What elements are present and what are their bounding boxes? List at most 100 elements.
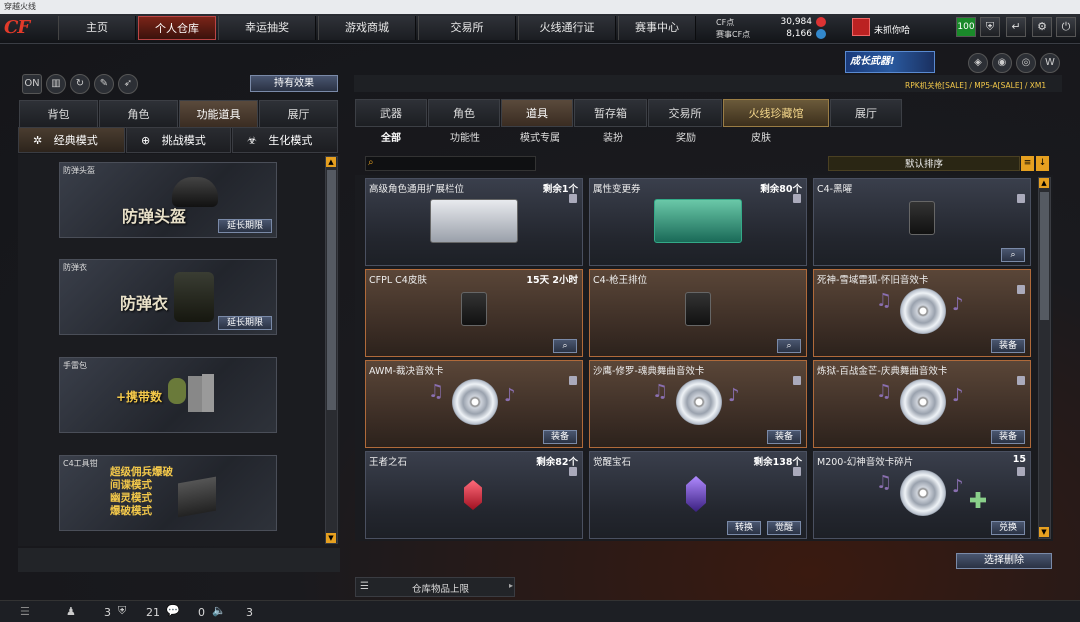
exit-icon[interactable]: ↵	[1006, 17, 1026, 37]
item-card[interactable]: 属性变更券 剩余80个	[589, 178, 807, 266]
chat-icon[interactable]: 💬	[166, 604, 180, 617]
left-card-grenade[interactable]: 手雷包 +携带数	[59, 357, 277, 433]
action-button[interactable]: 兑换	[991, 521, 1025, 535]
left-tab-0[interactable]: 背包	[19, 100, 98, 128]
scroll-down-icon[interactable]: ▼	[326, 533, 336, 543]
effects-button[interactable]: 持有效果	[250, 75, 338, 92]
game-logo[interactable]: CF	[4, 17, 54, 39]
item-card[interactable]: AWM-裁决音效卡 ♫ ♪ 装备	[365, 360, 583, 448]
sub-tab-1[interactable]: 功能性	[440, 131, 490, 147]
menu-icon[interactable]: ☰	[20, 605, 30, 618]
sub-tab-0[interactable]: 全部	[372, 131, 410, 147]
growth-weapon-banner[interactable]: 成长武器!	[845, 51, 935, 73]
emblem-icon[interactable]: W	[1040, 53, 1060, 73]
item-card[interactable]: 炼狱-百战金芒-庆典舞曲音效卡 ♫ ♪ 装备	[813, 360, 1031, 448]
cursor-icon[interactable]: ➶	[118, 74, 138, 94]
left-card-vest[interactable]: 防弹衣 防弹衣 延长期限	[59, 259, 277, 335]
scroll-up-icon[interactable]: ▲	[326, 157, 336, 167]
trash-icon[interactable]	[1017, 467, 1025, 476]
action-button[interactable]: 装备	[991, 339, 1025, 353]
item-card[interactable]: M200-幻神音效卡碎片 15 ♫ ♪ 兑换	[813, 451, 1031, 539]
sub-tab-4[interactable]: 奖励	[668, 131, 704, 147]
trash-icon[interactable]	[1017, 376, 1025, 385]
search-icon[interactable]: ⌕	[368, 157, 374, 168]
cf-add-icon[interactable]	[816, 17, 826, 27]
right-tab-1[interactable]: 角色	[428, 99, 500, 127]
left-scroll-thumb[interactable]	[327, 170, 336, 410]
trash-icon[interactable]	[569, 467, 577, 476]
nav-tab-0[interactable]: 主页	[58, 16, 136, 40]
mode-tab-1[interactable]: ⊕ 挑战模式	[126, 127, 231, 153]
left-card-c4-tool[interactable]: C4工具钳 超级佣兵爆破 间谍模式 幽灵模式 爆破模式	[59, 455, 277, 531]
left-card-helmet[interactable]: 防弹头盔 防弹头盔 延长期限	[59, 162, 277, 238]
item-card[interactable]: 沙鹰-修罗-魂典舞曲音效卡 ♫ ♪ 装备	[589, 360, 807, 448]
delete-selected-button[interactable]: 选择删除	[956, 553, 1052, 569]
action-button[interactable]: 转换	[727, 521, 761, 535]
action-button[interactable]: 觉醒	[767, 521, 801, 535]
action-button[interactable]: 装备	[543, 430, 577, 444]
refresh-icon[interactable]: ↻	[70, 74, 90, 94]
search-input[interactable]	[365, 156, 536, 171]
right-tab-2[interactable]: 道具	[501, 99, 573, 127]
extend-button[interactable]: 延长期限	[218, 316, 272, 330]
sub-tab-3[interactable]: 装扮	[596, 131, 630, 147]
magnify-button[interactable]: ⌕	[777, 339, 801, 353]
power-icon[interactable]: ⏻	[1056, 17, 1076, 37]
nav-tab-1[interactable]: 个人仓库	[138, 16, 216, 40]
magnify-button[interactable]: ⌕	[553, 339, 577, 353]
shield-icon[interactable]: ⛨	[980, 17, 1000, 37]
nav-tab-3[interactable]: 游戏商城	[318, 16, 416, 40]
scroll-down-icon[interactable]: ▼	[1039, 527, 1049, 537]
action-button[interactable]: 装备	[991, 430, 1025, 444]
scroll-up-icon[interactable]: ▲	[1039, 178, 1049, 188]
sub-tab-5[interactable]: 皮肤	[740, 131, 782, 147]
right-scroll-thumb[interactable]	[1040, 192, 1049, 320]
item-card[interactable]: 高级角色通用扩展栏位 剩余1个	[365, 178, 583, 266]
left-tab-1[interactable]: 角色	[99, 100, 178, 128]
item-card[interactable]: C4-枪王排位 ⌕	[589, 269, 807, 357]
list-icon[interactable]: ≡	[1021, 156, 1034, 171]
stats-icon[interactable]: ▥	[46, 74, 66, 94]
sub-tab-2[interactable]: 模式专属	[510, 131, 570, 147]
trash-icon[interactable]	[1017, 194, 1025, 203]
emblem-icon[interactable]: ◉	[992, 53, 1012, 73]
trash-icon[interactable]	[569, 194, 577, 203]
action-button[interactable]: 装备	[767, 430, 801, 444]
magnify-button[interactable]: ⌕	[1001, 248, 1025, 262]
sort-dropdown[interactable]: 默认排序	[828, 156, 1020, 171]
sale-marquee[interactable]: RPK机关枪[SALE] / MP5-A[SALE] / XM1	[905, 80, 1061, 91]
extend-button[interactable]: 延长期限	[218, 219, 272, 233]
right-tab-3[interactable]: 暂存箱	[574, 99, 647, 127]
item-card[interactable]: C4-黑曜 ⌕	[813, 178, 1031, 266]
item-card[interactable]: 觉醒宝石 剩余138个 转换 觉醒	[589, 451, 807, 539]
right-tab-0[interactable]: 武器	[355, 99, 427, 127]
trash-icon[interactable]	[569, 376, 577, 385]
item-card[interactable]: 死神-雪域雷狐-怀旧音效卡 ♫ ♪ 装备	[813, 269, 1031, 357]
nav-tab-2[interactable]: 幸运抽奖	[218, 16, 316, 40]
trash-icon[interactable]	[793, 376, 801, 385]
nav-tab-4[interactable]: 交易所	[418, 16, 516, 40]
volume-icon[interactable]: 🔈	[212, 604, 226, 617]
bonus-add-icon[interactable]	[816, 29, 826, 39]
right-tab-6[interactable]: 展厅	[830, 99, 902, 127]
person-icon[interactable]: ✎	[94, 74, 114, 94]
trash-icon[interactable]	[1017, 285, 1025, 294]
left-tab-3[interactable]: 展厅	[259, 100, 338, 128]
nav-tab-6[interactable]: 赛事中心	[618, 16, 696, 40]
item-card[interactable]: CFPL C4皮肤 15天 2小时 ⌕	[365, 269, 583, 357]
emblem-icon[interactable]: ◎	[1016, 53, 1036, 73]
trash-icon[interactable]	[793, 194, 801, 203]
user-name[interactable]: 未抓你哈	[874, 23, 910, 36]
emblem-icon[interactable]: ◈	[968, 53, 988, 73]
left-tab-2[interactable]: 功能道具	[179, 100, 258, 128]
toggle-on-icon[interactable]: ON	[22, 74, 42, 94]
mode-tab-2[interactable]: ☣ 生化模式	[232, 127, 338, 153]
gear-icon[interactable]: ⚙	[1032, 17, 1052, 37]
right-tab-5[interactable]: 火线珍藏馆	[723, 99, 829, 127]
nav-tab-5[interactable]: 火线通行证	[518, 16, 616, 40]
mode-tab-0[interactable]: ✲ 经典模式	[18, 127, 125, 153]
item-card[interactable]: 王者之石 剩余82个	[365, 451, 583, 539]
right-tab-4[interactable]: 交易所	[648, 99, 722, 127]
trash-icon[interactable]	[793, 467, 801, 476]
sort-arrow-icon[interactable]: ↓	[1036, 156, 1049, 171]
